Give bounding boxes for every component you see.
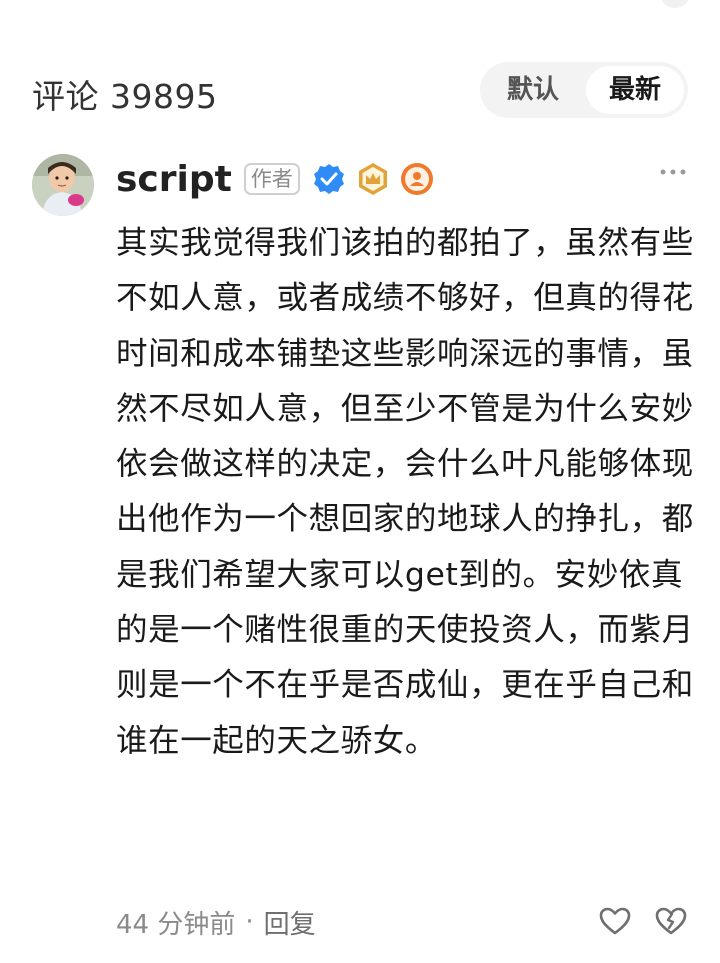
author-tag: 作者 [243, 163, 300, 195]
comments-count-title: 评论 39895 [32, 77, 218, 116]
reply-button[interactable]: 回复 [264, 904, 316, 941]
author-name[interactable]: script [116, 159, 232, 200]
avatar-child-image [32, 154, 94, 216]
sort-latest-button[interactable]: 最新 [586, 66, 684, 114]
more-options-icon[interactable] [658, 160, 688, 184]
like-heart-icon[interactable] [598, 904, 632, 938]
top-partial-icon [660, 0, 690, 8]
author-row: script 作者 [116, 154, 444, 204]
comment-text: 其实我觉得我们该拍的都拍了，虽然有些不如人意，或者成绩不够好，但真的得花时间和成… [116, 225, 694, 759]
comments-header: 评论 39895 默认 最新 [32, 62, 688, 122]
verified-check-icon [312, 162, 346, 196]
sort-default-button[interactable]: 默认 [484, 66, 582, 114]
sort-toggle: 默认 最新 [480, 62, 688, 118]
crown-badge-icon [356, 162, 390, 196]
comment-time: 44 分钟前 [116, 909, 236, 940]
profile-badge-icon [400, 162, 434, 196]
avatar[interactable] [32, 154, 94, 216]
meta-separator: · [245, 907, 254, 937]
dislike-broken-heart-icon[interactable] [654, 904, 688, 938]
comment-meta: 44 分钟前 · 回复 [116, 902, 316, 942]
